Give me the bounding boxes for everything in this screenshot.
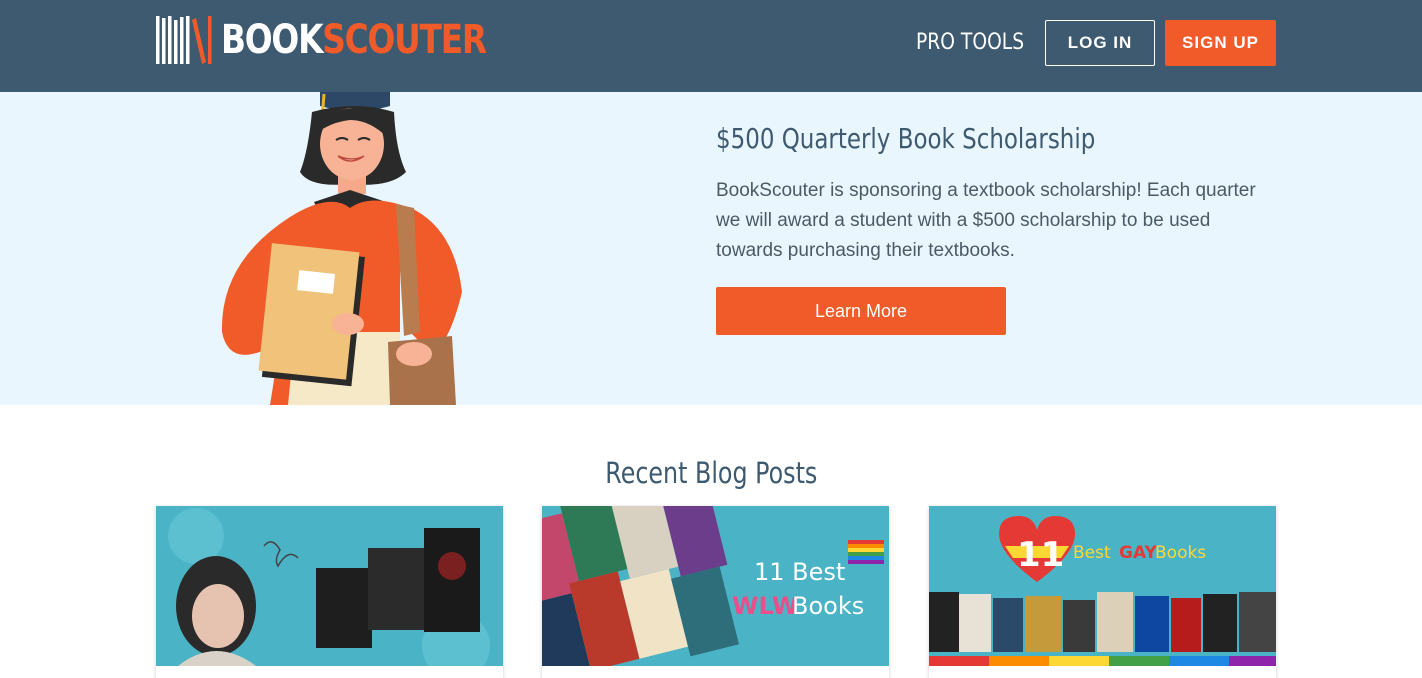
scholarship-hero: $500 Quarterly Book Scholarship BookScou… [0,92,1422,405]
scholarship-title: $500 Quarterly Book Scholarship [716,122,1096,155]
login-button[interactable]: LOG IN [1045,20,1155,66]
svg-text:Books: Books [1155,543,1206,563]
blog-post-card[interactable]: 11 Best WLW Books [542,506,889,678]
svg-text:Best: Best [1073,543,1111,563]
learn-more-button[interactable]: Learn More [716,287,1006,335]
blog-post-card[interactable]: 11 Best GAY Books [929,506,1276,678]
recent-blog-posts-heading: Recent Blog Posts [604,456,818,490]
logo-wordmark: BOOKSCOUTER [221,17,487,63]
blog-post-thumbnail: 11 Best GAY Books [929,506,1276,666]
signup-button[interactable]: SIGN UP [1165,20,1276,66]
svg-text:Books: Books [792,592,864,620]
scholarship-description: BookScouter is sponsoring a textbook sch… [716,180,1256,261]
svg-text:WLW: WLW [732,592,798,620]
svg-text:11 Best: 11 Best [754,558,845,586]
blog-post-thumbnail: 11 Best WLW Books [542,506,889,666]
bookscouter-logo[interactable]: BOOKSCOUTER [155,14,544,66]
svg-text:11: 11 [1017,535,1064,575]
site-header: BOOKSCOUTER PRO TOOLS LOG IN SIGN UP [0,0,1422,92]
svg-text:GAY: GAY [1119,543,1157,563]
blog-post-card[interactable] [156,506,503,678]
blog-post-thumbnail [156,506,503,666]
student-illustration [221,92,462,405]
bookshelf-logo-icon [156,16,212,64]
nav-pro-tools-link[interactable]: PRO TOOLS [916,28,1024,58]
